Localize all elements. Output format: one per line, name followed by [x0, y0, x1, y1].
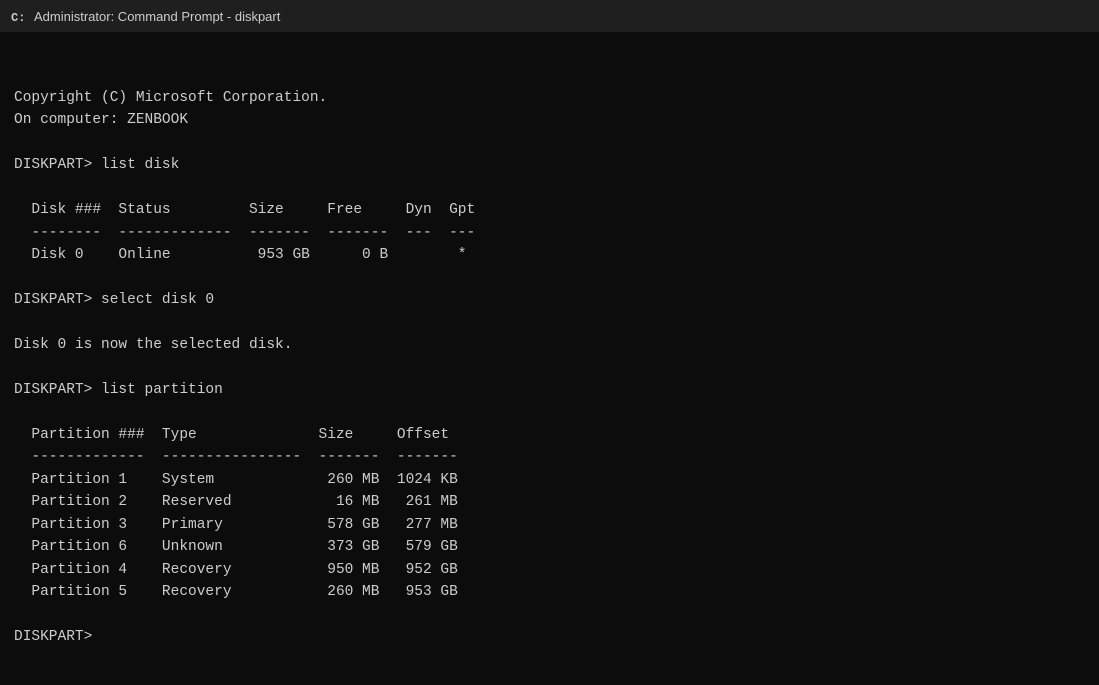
- terminal-line: Partition 5 Recovery 260 MB 953 GB: [14, 581, 1085, 603]
- terminal-line: DISKPART> list partition: [14, 379, 1085, 401]
- title-bar-text: Administrator: Command Prompt - diskpart: [34, 9, 280, 24]
- terminal-line: Disk 0 is now the selected disk.: [14, 334, 1085, 356]
- terminal-line: [14, 64, 1085, 86]
- terminal-line: [14, 132, 1085, 154]
- terminal-line: DISKPART> select disk 0: [14, 289, 1085, 311]
- terminal-line: Partition 1 System 260 MB 1024 KB: [14, 469, 1085, 491]
- terminal-line: ------------- ---------------- ------- -…: [14, 446, 1085, 468]
- terminal-line: -------- ------------- ------- ------- -…: [14, 222, 1085, 244]
- terminal-line: [14, 402, 1085, 424]
- terminal-line: [14, 267, 1085, 289]
- terminal-line: [14, 177, 1085, 199]
- terminal-line: Partition 3 Primary 578 GB 277 MB: [14, 514, 1085, 536]
- terminal-line: Partition 2 Reserved 16 MB 261 MB: [14, 491, 1085, 513]
- terminal-line: Partition 6 Unknown 373 GB 579 GB: [14, 536, 1085, 558]
- terminal-line: [14, 312, 1085, 334]
- terminal-line: Copyright (C) Microsoft Corporation.: [14, 87, 1085, 109]
- terminal-line: DISKPART> list disk: [14, 154, 1085, 176]
- terminal-line: DISKPART>: [14, 626, 1085, 648]
- terminal-line: Partition 4 Recovery 950 MB 952 GB: [14, 559, 1085, 581]
- cmd-icon: C:\: [10, 8, 26, 24]
- svg-text:C:\: C:\: [11, 11, 26, 24]
- terminal-line: Partition ### Type Size Offset: [14, 424, 1085, 446]
- terminal-line: [14, 357, 1085, 379]
- terminal-line: Disk 0 Online 953 GB 0 B *: [14, 244, 1085, 266]
- terminal-line: [14, 604, 1085, 626]
- title-bar: C:\ Administrator: Command Prompt - disk…: [0, 0, 1099, 32]
- terminal-line: On computer: ZENBOOK: [14, 109, 1085, 131]
- terminal-line: Disk ### Status Size Free Dyn Gpt: [14, 199, 1085, 221]
- terminal-content[interactable]: Copyright (C) Microsoft Corporation.On c…: [0, 32, 1099, 659]
